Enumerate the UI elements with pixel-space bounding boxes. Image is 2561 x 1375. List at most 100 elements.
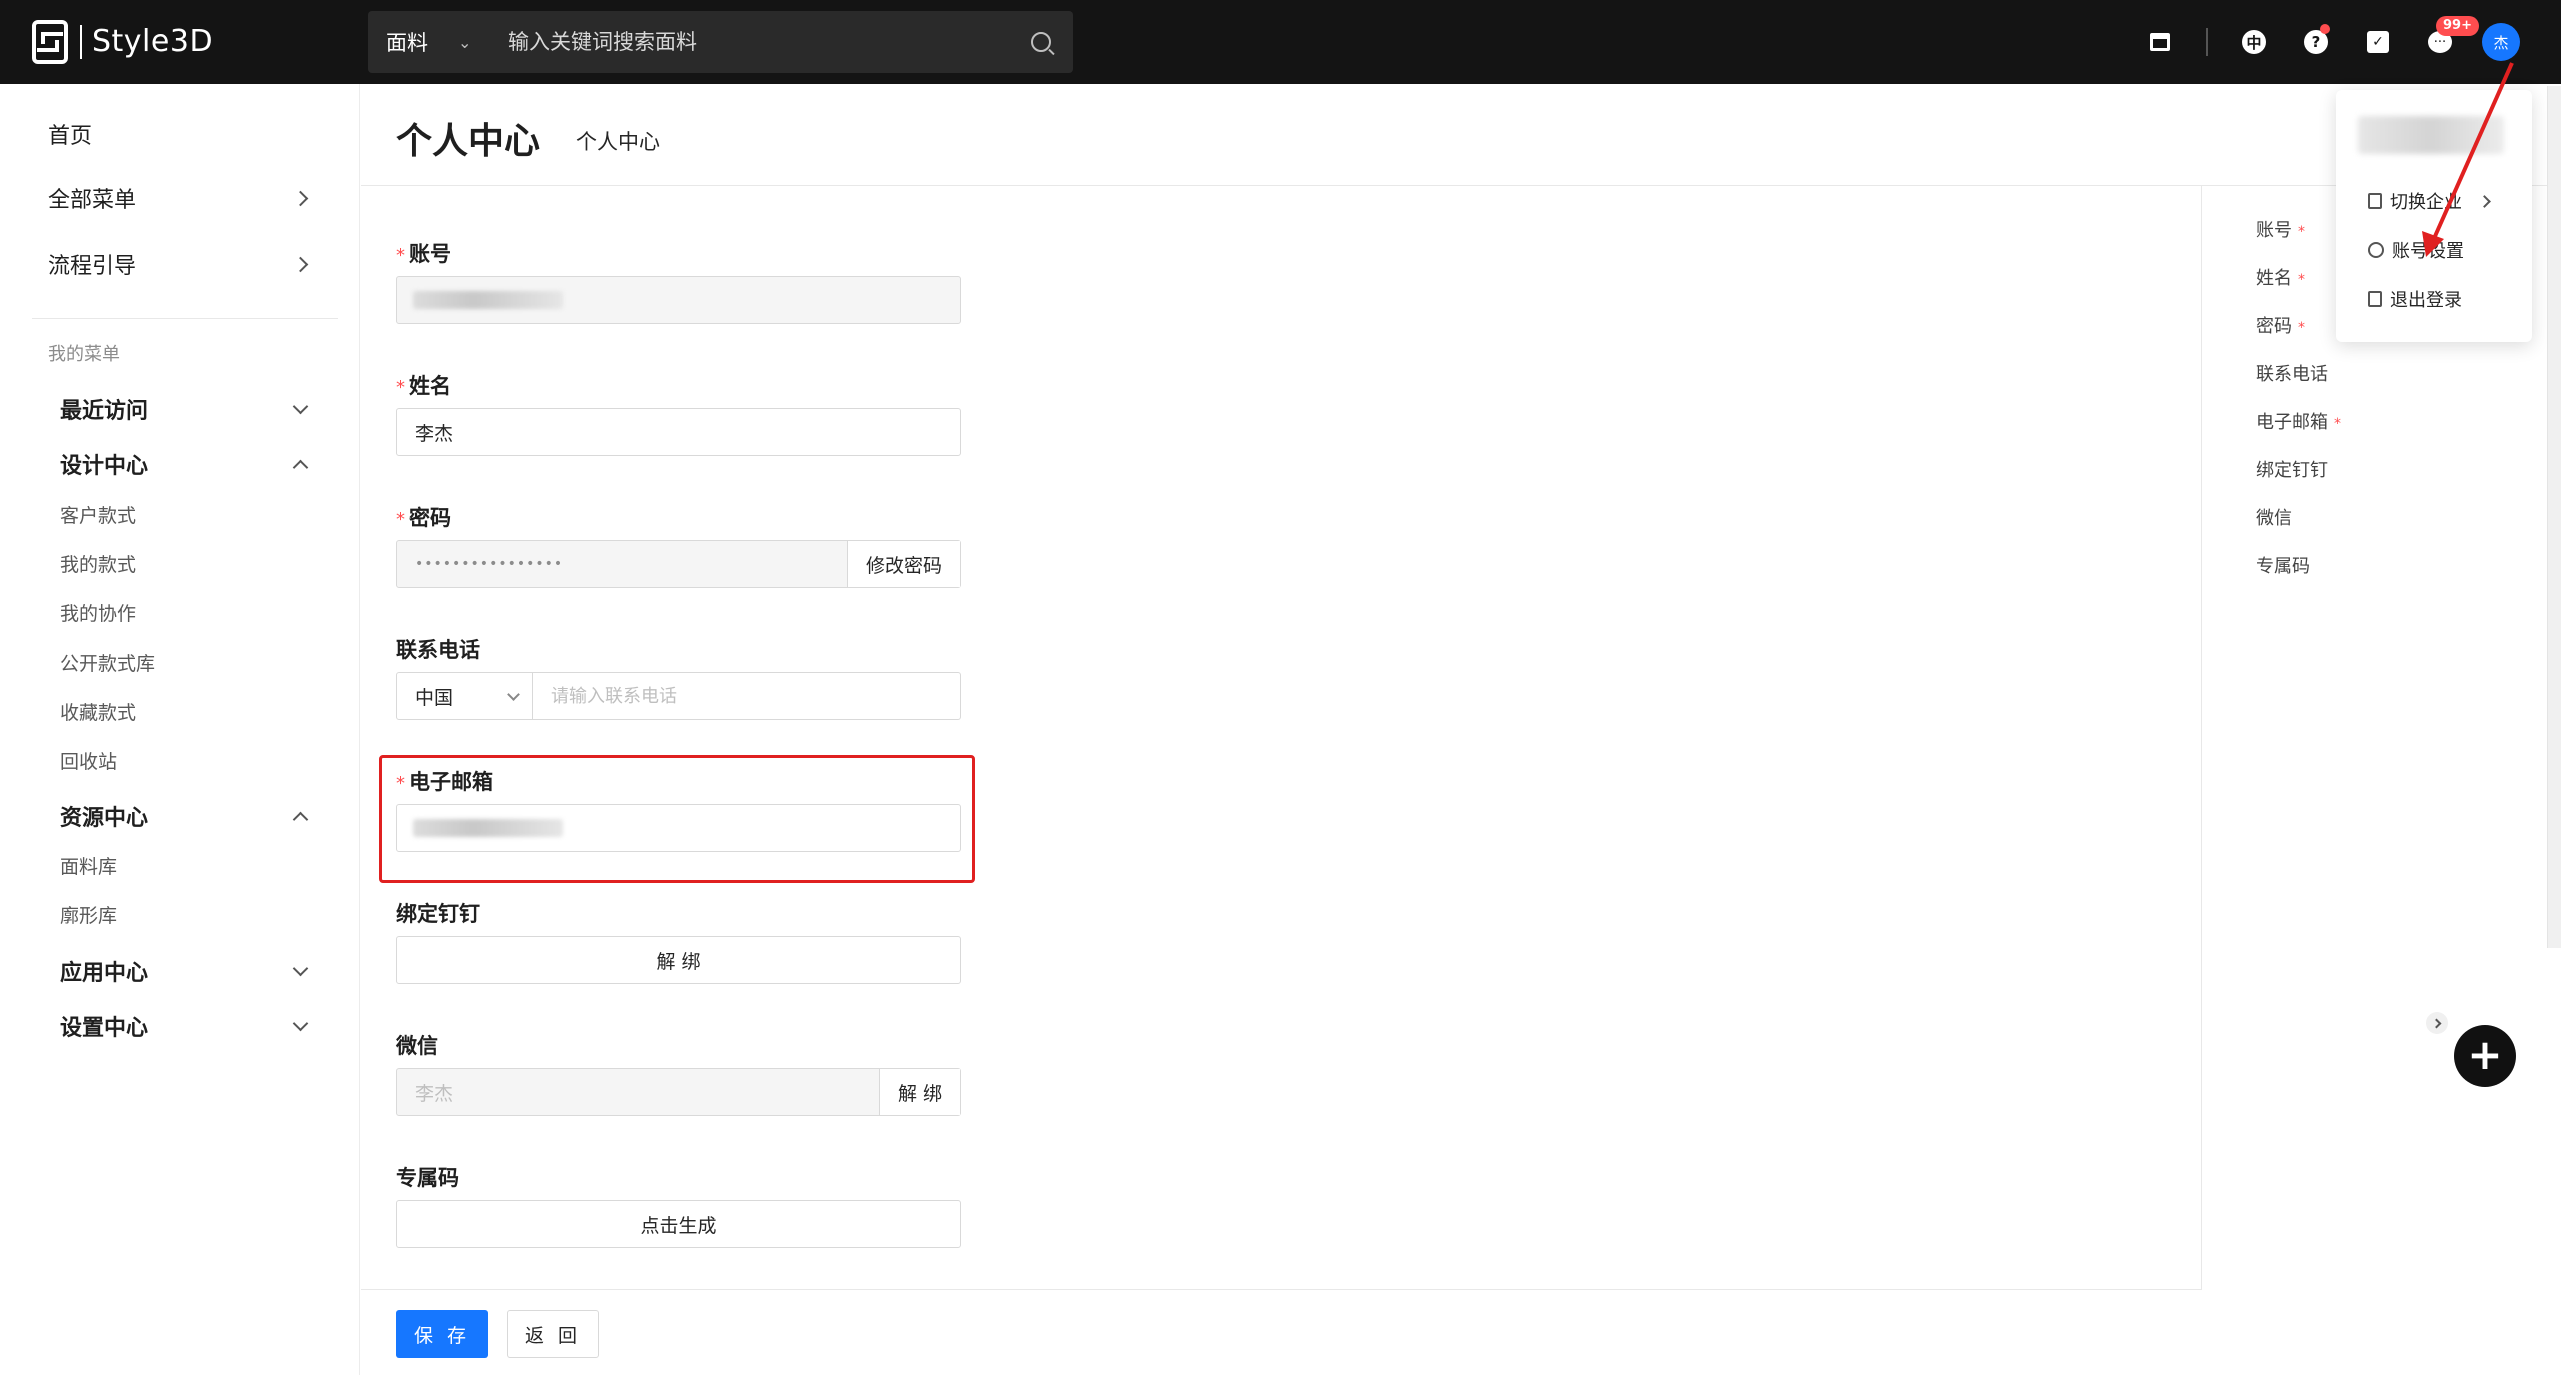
wechat-field: 李杰 解 绑 <box>396 1068 961 1116</box>
chevron-down-icon <box>292 398 309 414</box>
sidebar-group-app[interactable]: 应用中心 <box>0 946 360 996</box>
password-label: * 密码 <box>396 502 451 532</box>
code-label: 专属码 <box>396 1166 459 1190</box>
sidebar-group-settings[interactable]: 设置中心 <box>0 1001 360 1051</box>
sidebar-item-label: 全部菜单 <box>48 188 137 213</box>
menu-item-label: 退出登录 <box>2390 290 2462 311</box>
task-button[interactable]: ✓ <box>2358 22 2398 62</box>
store-button[interactable] <box>2140 22 2180 62</box>
password-mask: •••••••••••••••• <box>415 556 564 572</box>
name-label: * 姓名 <box>396 370 451 400</box>
sidebar-item-home[interactable]: 首页 <box>0 102 360 166</box>
anchor-text: 微信 <box>2256 508 2292 529</box>
country-select[interactable]: 中国 <box>397 673 533 719</box>
sidebar-item-fabric-library[interactable]: 面料库 <box>60 852 117 879</box>
logout-item[interactable]: 退出登录 <box>2368 284 2462 314</box>
label-text: 账号 <box>409 242 451 266</box>
sidebar-item-process-guide[interactable]: 流程引导 <box>0 232 360 296</box>
sidebar-item-my-collab[interactable]: 我的协作 <box>60 599 136 626</box>
anchor-phone[interactable]: 联系电话 <box>2256 360 2328 386</box>
name-value: 李杰 <box>415 422 454 445</box>
search-icon[interactable] <box>1031 32 1051 52</box>
password-field[interactable]: •••••••••••••••• 修改密码 <box>396 540 961 588</box>
divider <box>2206 28 2208 56</box>
sidebar-item-favorites[interactable]: 收藏款式 <box>60 698 136 725</box>
arrow-head <box>2422 231 2444 257</box>
sidebar-group-resource[interactable]: 资源中心 <box>0 791 360 841</box>
label-text: 密码 <box>409 506 451 530</box>
required-mark: * <box>396 245 405 266</box>
scrollbar[interactable] <box>2547 86 2561 948</box>
logo-text: Style3D <box>80 25 213 59</box>
sidebar-item-recycle-bin[interactable]: 回收站 <box>60 747 117 774</box>
lang-icon: 中 <box>2242 30 2266 54</box>
language-button[interactable]: 中 <box>2234 22 2274 62</box>
top-bar: Style3D 面料 ⌄ 中 ? ✓ ···99+ 杰 <box>0 0 2561 84</box>
chevron-right-icon <box>292 256 309 272</box>
chevron-down-icon <box>292 1015 309 1031</box>
chevron-down-icon[interactable]: ⌄ <box>458 33 488 52</box>
store-icon <box>2150 33 2170 51</box>
sidebar-item-customer-styles[interactable]: 客户款式 <box>60 501 136 528</box>
anchor-password[interactable]: 密码 * <box>2256 312 2309 338</box>
required-mark: * <box>2298 320 2305 336</box>
chevron-up-icon <box>292 459 309 475</box>
search-input[interactable] <box>488 30 1031 54</box>
anchor-account[interactable]: 账号 * <box>2256 216 2309 242</box>
notification-dot <box>2320 24 2330 34</box>
anchor-code[interactable]: 专属码 <box>2256 552 2310 578</box>
wechat-label: 微信 <box>396 1034 438 1058</box>
logout-icon <box>2368 291 2382 307</box>
collapse-panel-button[interactable] <box>2426 1012 2448 1034</box>
sidebar-item-silhouette-library[interactable]: 廓形库 <box>60 901 117 928</box>
anchor-wechat[interactable]: 微信 <box>2256 504 2292 530</box>
required-mark: * <box>396 509 405 530</box>
sidebar-group-recent[interactable]: 最近访问 <box>0 384 360 434</box>
arrow-line <box>2430 62 2514 244</box>
chevron-right-icon <box>292 190 309 206</box>
anchor-text: 联系电话 <box>2256 364 2328 385</box>
anchor-text: 密码 <box>2256 316 2292 337</box>
add-button[interactable]: + <box>2454 1025 2516 1087</box>
help-button[interactable]: ? <box>2296 22 2336 62</box>
logo[interactable]: Style3D <box>32 18 213 66</box>
required-mark: * <box>396 377 405 398</box>
divider <box>361 1289 2201 1290</box>
generate-code-button[interactable]: 点击生成 <box>396 1200 961 1248</box>
wechat-unbind-button[interactable]: 解 绑 <box>878 1069 960 1115</box>
sidebar-group-design[interactable]: 设计中心 <box>0 439 360 489</box>
divider <box>361 185 2561 186</box>
save-button[interactable]: 保 存 <box>396 1310 488 1358</box>
change-password-button[interactable]: 修改密码 <box>846 541 960 587</box>
phone-input[interactable] <box>533 674 960 718</box>
page-title: 个人中心 <box>396 121 541 162</box>
sidebar-item-all-menu[interactable]: 全部菜单 <box>0 166 360 230</box>
breadcrumb: 个人中心 <box>576 130 660 154</box>
email-highlight-box <box>379 755 975 883</box>
chevron-down-icon <box>292 960 309 976</box>
sidebar-item-label: 流程引导 <box>48 254 137 279</box>
search-category-select[interactable]: 面料 <box>368 27 458 57</box>
sidebar-item-public-library[interactable]: 公开款式库 <box>60 649 155 676</box>
anchor-name[interactable]: 姓名 * <box>2256 264 2309 290</box>
chevron-right-icon <box>2431 1018 2441 1028</box>
name-field[interactable]: 李杰 <box>396 408 961 456</box>
group-label: 设计中心 <box>60 454 149 479</box>
anchor-email[interactable]: 电子邮箱 * <box>2256 408 2345 434</box>
account-label: * 账号 <box>396 238 451 268</box>
dingtalk-unbind-button[interactable]: 解 绑 <box>396 936 961 984</box>
chevron-up-icon <box>292 811 309 827</box>
sidebar-caption: 我的菜单 <box>48 344 120 365</box>
anchor-text: 账号 <box>2256 220 2292 241</box>
back-button[interactable]: 返 回 <box>507 1310 599 1358</box>
sidebar-item-my-styles[interactable]: 我的款式 <box>60 550 136 577</box>
divider <box>2201 186 2202 1290</box>
group-label: 最近访问 <box>60 399 149 424</box>
divider <box>32 318 338 319</box>
group-label: 设置中心 <box>60 1016 149 1041</box>
account-field[interactable] <box>396 276 961 324</box>
anchor-text: 电子邮箱 <box>2256 412 2328 433</box>
country-value: 中国 <box>415 686 454 709</box>
anchor-dingtalk[interactable]: 绑定钉钉 <box>2256 456 2328 482</box>
sidebar-item-label: 首页 <box>48 124 93 149</box>
